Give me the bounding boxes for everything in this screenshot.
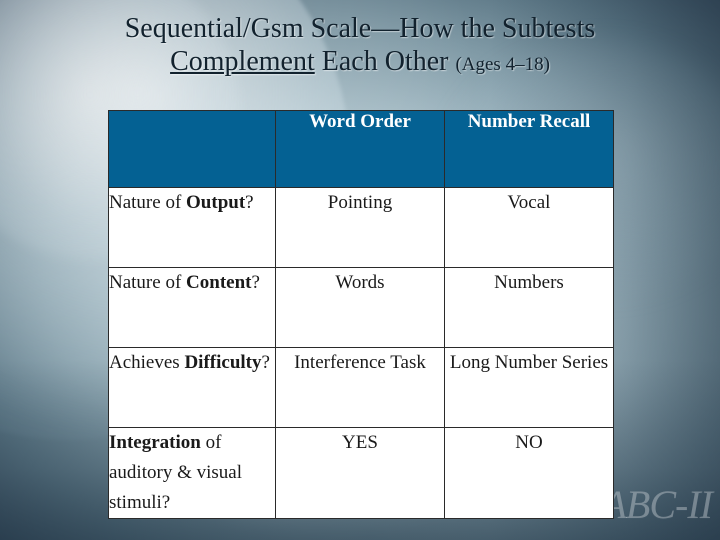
- row-label-tail: ?: [245, 192, 254, 213]
- table-row: Nature of Content? Words Numbers: [108, 267, 614, 348]
- row-label-keyword: Difficulty: [184, 352, 262, 373]
- row-label-integration: Integration of auditory & visual stimuli…: [108, 427, 276, 519]
- row-label-keyword: Integration: [109, 432, 201, 453]
- table-header-row: Word Order Number Recall: [108, 110, 614, 188]
- cell-number-recall-integration: NO: [444, 427, 614, 519]
- title-line-1: Sequential/Gsm Scale—How the Subtests: [124, 13, 596, 44]
- row-label-text: Achieves: [109, 352, 185, 373]
- row-label-tail: ?: [261, 352, 270, 373]
- title-line-2-rest: Each Other: [314, 46, 456, 77]
- row-label-text: Nature of: [109, 272, 187, 293]
- row-label-content: Nature of Content?: [108, 267, 276, 348]
- row-label-keyword: Output: [186, 192, 246, 213]
- title-line-2: Complement Each Other (Ages 4–18): [0, 45, 720, 81]
- table-header-blank: [108, 110, 276, 188]
- cell-number-recall-content: Numbers: [444, 267, 614, 348]
- table-row: Achieves Difficulty? Interference Task L…: [108, 347, 614, 428]
- comparison-table-wrapper: Word Order Number Recall Nature of Outpu…: [108, 110, 614, 519]
- cell-number-recall-difficulty: Long Number Series: [444, 347, 614, 428]
- cell-word-order-content: Words: [275, 267, 445, 348]
- table-body: Nature of Output? Pointing Vocal Nature …: [108, 187, 614, 519]
- cell-word-order-integration: YES: [275, 427, 445, 519]
- table-header-number-recall: Number Recall: [444, 110, 614, 188]
- title-underlined-word: Complement: [170, 46, 315, 77]
- row-label-output: Nature of Output?: [108, 187, 276, 268]
- row-label-keyword: Content: [186, 272, 252, 293]
- slide-title: Sequential/Gsm Scale—How the Subtests Co…: [0, 12, 720, 81]
- table-row: Nature of Output? Pointing Vocal: [108, 187, 614, 268]
- cell-word-order-difficulty: Interference Task: [275, 347, 445, 428]
- title-age-range: (Ages 4–18): [455, 54, 550, 75]
- comparison-table: Word Order Number Recall Nature of Outpu…: [108, 110, 614, 519]
- row-label-text: Nature of: [109, 192, 187, 213]
- row-label-difficulty: Achieves Difficulty?: [108, 347, 276, 428]
- table-header-word-order: Word Order: [275, 110, 445, 188]
- table-row: Integration of auditory & visual stimuli…: [108, 427, 614, 519]
- row-label-tail: ?: [251, 272, 260, 293]
- cell-word-order-output: Pointing: [275, 187, 445, 268]
- cell-number-recall-output: Vocal: [444, 187, 614, 268]
